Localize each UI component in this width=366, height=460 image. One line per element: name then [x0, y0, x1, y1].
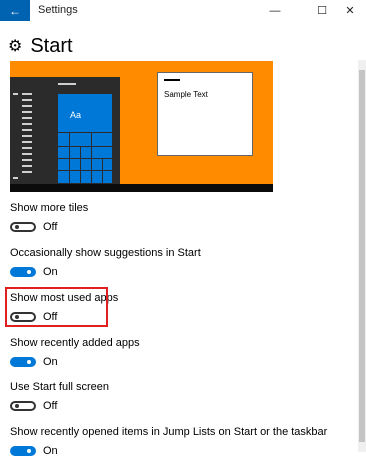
show-suggestions-toggle[interactable] — [10, 267, 36, 277]
show-jump-list-items-toggle[interactable] — [10, 446, 36, 456]
page-title: Start — [30, 34, 73, 57]
back-button[interactable]: ← — [0, 0, 30, 21]
toggle-state: Off — [43, 400, 58, 412]
preview-sample-window-bar — [164, 79, 180, 81]
close-button[interactable]: ✕ — [337, 0, 363, 21]
setting-use-start-full-screen: Use Start full screen Off — [10, 381, 109, 412]
setting-label: Show recently opened items in Jump Lists… — [10, 426, 328, 438]
setting-label: Occasionally show suggestions in Start — [10, 247, 201, 259]
show-more-tiles-toggle[interactable] — [10, 222, 36, 232]
highlight-box — [5, 287, 108, 327]
maximize-icon: ☐ — [317, 5, 327, 17]
setting-show-suggestions: Occasionally show suggestions in Start O… — [10, 247, 201, 278]
toggle-state: Off — [43, 221, 58, 233]
app-title: Settings — [38, 4, 78, 16]
setting-show-recently-added-apps: Show recently added apps On — [10, 337, 140, 368]
setting-show-more-tiles: Show more tiles Off — [10, 202, 88, 233]
toggle-knob — [15, 225, 19, 229]
maximize-button[interactable]: ☐ — [309, 0, 335, 21]
preview-sample-window: Sample Text — [157, 72, 253, 156]
preview-taskbar — [10, 184, 273, 192]
use-start-full-screen-toggle[interactable] — [10, 401, 36, 411]
title-bar: ← Settings — ☐ ✕ — [0, 0, 366, 21]
toggle-state: On — [43, 266, 58, 278]
close-icon: ✕ — [345, 5, 355, 17]
preview-tiles: Aa — [58, 94, 112, 183]
start-preview: Aa Sample Text — [10, 61, 273, 192]
toggle-state: On — [43, 445, 58, 457]
toggle-state: On — [43, 356, 58, 368]
toggle-knob — [27, 270, 31, 274]
setting-show-jump-list-items: Show recently opened items in Jump Lists… — [10, 426, 327, 457]
setting-label: Use Start full screen — [10, 381, 110, 393]
setting-label: Show more tiles — [10, 202, 89, 214]
toggle-knob — [27, 449, 31, 453]
minimize-button[interactable]: — — [262, 0, 288, 21]
toggle-knob — [15, 404, 19, 408]
scrollbar-thumb[interactable] — [359, 70, 365, 442]
setting-label: Show recently added apps — [10, 337, 140, 349]
page-header: ⚙ Start — [8, 34, 73, 58]
preview-start-menu: Aa — [10, 77, 120, 184]
gear-icon: ⚙ — [8, 38, 23, 55]
back-arrow-icon: ← — [9, 3, 21, 18]
preview-tile-label: Aa — [70, 110, 82, 120]
show-recently-added-apps-toggle[interactable] — [10, 357, 36, 367]
preview-sample-text: Sample Text — [164, 90, 208, 99]
toggle-knob — [27, 360, 31, 364]
minimize-icon: — — [269, 4, 281, 17]
